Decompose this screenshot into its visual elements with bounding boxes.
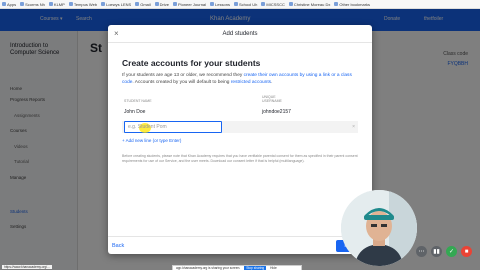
bookmark-item[interactable]: Lessons — [210, 2, 230, 7]
bookmark-label: Lessons — [215, 1, 230, 7]
stop-sharing-button[interactable]: Stop sharing — [244, 266, 267, 270]
bookmark-icon — [101, 2, 106, 6]
presenter-image — [341, 190, 417, 266]
bookmark-item[interactable]: School Uh — [233, 1, 258, 7]
bookmark-item[interactable]: Gmail — [135, 1, 151, 7]
bookmark-label: Scorms Nh — [25, 1, 45, 7]
status-url: https://www.khanacademy.org/... — [2, 265, 52, 269]
bookmark-label: Apps — [7, 1, 17, 7]
table-header: STUDENT NAME UNIQUE USERNAME — [122, 95, 358, 103]
bookmark-item[interactable]: Pioneer Journal — [173, 2, 206, 7]
screen-share-text: app.khanacademy.org is sharing your scre… — [176, 266, 241, 270]
bookmark-label: KLMP — [53, 1, 65, 7]
add-new-line-link[interactable]: + Add new line (or type Enter) — [122, 138, 358, 143]
bookmark-item[interactable]: Drive — [154, 1, 170, 7]
screen-share-bar: app.khanacademy.org is sharing your scre… — [172, 265, 302, 270]
student-row: John Doe johndoe2157 — [122, 106, 358, 118]
webcam-overlay — [341, 190, 417, 266]
bookmark-item[interactable]: Loewys LENS — [101, 2, 131, 7]
bookmark-label: School Uh — [238, 1, 258, 7]
close-icon[interactable]: × — [114, 29, 119, 38]
student-name-value[interactable]: John Doe — [122, 109, 262, 115]
column-username: UNIQUE USERNAME — [262, 95, 282, 103]
bookmark-icon — [20, 2, 25, 6]
modal-title: Add students — [222, 30, 258, 37]
bookmark-icon — [154, 2, 159, 6]
remove-row-icon[interactable]: × — [352, 124, 355, 130]
bookmark-icon — [288, 2, 293, 6]
bookmark-item[interactable]: Scorms Nh — [20, 2, 45, 7]
bookmark-item[interactable]: Other bookmarks — [334, 2, 370, 7]
student-row-new: e.g. Student Pom × — [122, 121, 358, 133]
student-name-input[interactable]: e.g. Student Pom — [124, 121, 222, 133]
bookmark-label: Loewys LENS — [106, 1, 132, 7]
bookmark-label: MICSSCC — [266, 1, 285, 7]
bookmark-item[interactable]: MICSSCC — [261, 1, 285, 7]
bookmark-icon — [68, 2, 73, 6]
modal-header: × Add students — [108, 25, 372, 43]
bookmark-item[interactable]: Christine Moreau Dx — [288, 1, 331, 7]
bookmark-icon — [334, 2, 339, 6]
modal-footer: Back Next — [108, 236, 372, 254]
student-username-value[interactable]: johndoe2157 — [262, 109, 342, 115]
stop-icon[interactable]: ■ — [461, 246, 472, 257]
bookmark-label: Other bookmarks — [339, 1, 371, 7]
bookmark-label: Pioneer Journal — [178, 1, 207, 7]
column-student-name: STUDENT NAME — [124, 99, 152, 103]
bookmark-item[interactable]: Tempus Web — [68, 1, 98, 7]
hide-button[interactable]: Hide — [270, 266, 277, 270]
bookmark-icon — [2, 2, 6, 6]
bookmark-icon — [233, 2, 238, 6]
bookmark-label: Drive — [159, 1, 170, 7]
bookmark-icon — [173, 2, 178, 6]
bookmark-label: Christine Moreau Dx — [293, 1, 331, 7]
more-options-icon[interactable]: ⋯ — [416, 246, 427, 257]
bookmark-icon — [48, 2, 53, 6]
bookmark-icon — [261, 2, 266, 6]
add-students-modal: × Add students Create accounts for your … — [108, 25, 372, 254]
bookmarks-bar: Apps Scorms Nh KLMP Tempus Web Loewys LENS Gm… — [0, 0, 480, 9]
modal-heading: Create accounts for your students — [122, 58, 261, 68]
bookmark-label: Tempus Web — [73, 1, 98, 7]
consent-notice: Before creating students, please note th… — [122, 154, 358, 163]
bookmark-icon — [135, 2, 140, 6]
pause-icon[interactable]: ▮▮ — [431, 246, 442, 257]
bookmark-label: Gmail — [140, 1, 151, 7]
bookmark-item[interactable]: KLMP — [48, 1, 65, 7]
back-button[interactable]: Back — [112, 243, 124, 249]
modal-description: If your students are age 13 or older, we… — [122, 73, 352, 85]
bookmark-item[interactable]: Apps — [2, 2, 16, 7]
restricted-accounts-link[interactable]: restricted accounts — [231, 80, 271, 85]
check-icon[interactable]: ✓ — [446, 246, 457, 257]
bookmark-icon — [210, 2, 215, 6]
